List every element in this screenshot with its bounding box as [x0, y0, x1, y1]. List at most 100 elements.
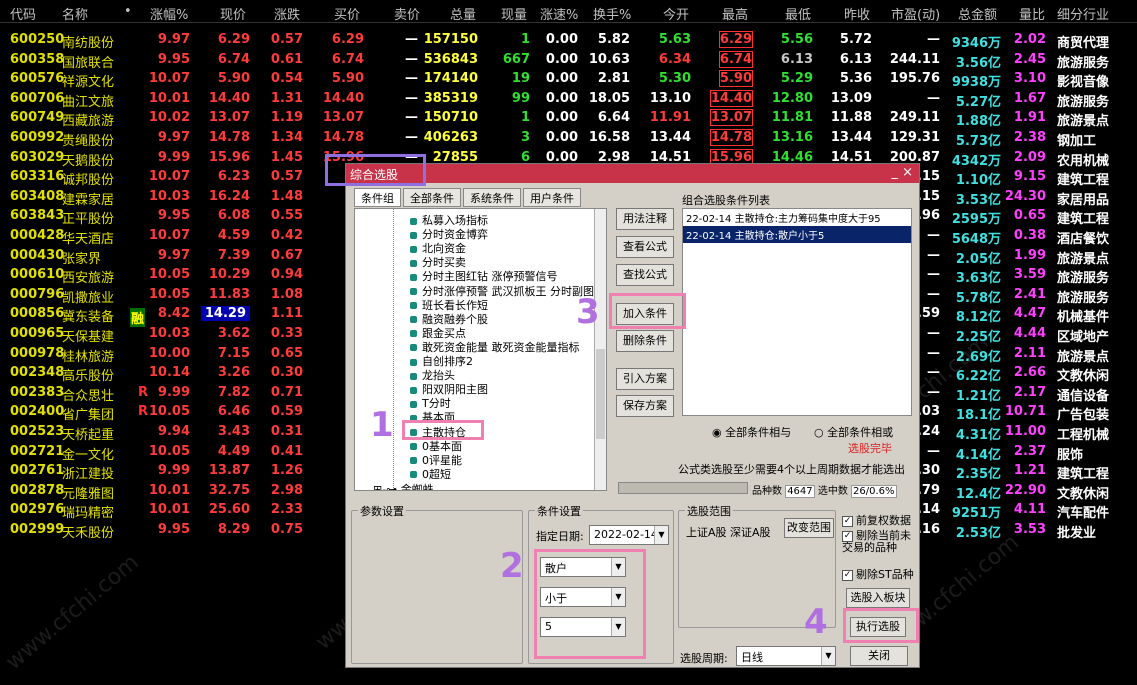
tree-item[interactable]: 自创排序2 — [410, 353, 473, 368]
tree-item[interactable]: T分时 — [410, 395, 451, 410]
change-range-button[interactable]: 改变范围 — [784, 518, 834, 538]
period-select[interactable]: 日线 ▼ — [736, 646, 836, 666]
checkbox-exclude-st[interactable]: ✓ 剔除ST品种 — [842, 566, 914, 582]
cell-low: 6.13 — [780, 51, 813, 67]
tab-user-conditions[interactable]: 用户条件 — [523, 188, 581, 207]
industry: 建筑工程 — [1057, 173, 1110, 189]
condition-list-item[interactable]: 22-02-14 主散持仓:主力筹码集中度大于95 — [683, 209, 911, 226]
indicator-icon — [410, 273, 417, 281]
column-header[interactable]: 换手% — [593, 4, 631, 23]
stock-name: 国旅联合 — [62, 55, 115, 71]
tab-all-conditions[interactable]: 全部条件 — [403, 188, 461, 207]
cell-price: 16.24 — [208, 188, 250, 204]
table-row[interactable]: 600576 祥源文化 10.07 5.90 0.54 5.90 — 174140 19 0.00… — [0, 70, 1137, 90]
cell-chg: 9.99 — [157, 149, 190, 165]
column-header[interactable]: 最高 — [722, 4, 748, 23]
column-header[interactable]: 市盈(动) — [891, 4, 940, 23]
condition-list-item-selected[interactable]: 22-02-14 主散持仓:散户小于5 — [683, 226, 911, 243]
condition-list[interactable]: 22-02-14 主散持仓:主力筹码集中度大于95 22-02-14 主散持仓:… — [682, 208, 912, 416]
cell-ratio: 2.11 — [1013, 345, 1046, 361]
condition-tree[interactable]: 私募入场指标 分时资金博弈 北向资金 分时买卖 分时主图红钻 涨停预警信号 分时涨停预警 … — [354, 208, 607, 491]
table-row[interactable]: 600749 西藏旅游 10.02 13.07 1.19 13.07 — 150710 1 0.0… — [0, 109, 1137, 129]
column-header[interactable]: 现价 — [220, 4, 246, 23]
column-header[interactable]: 最低 — [785, 4, 811, 23]
stock-code: 603316 — [10, 169, 65, 185]
find-formula-button[interactable]: 查找公式 — [616, 264, 674, 286]
risk-flag: R — [138, 384, 149, 400]
cell-turn: 18.05 — [588, 90, 630, 106]
table-row[interactable]: 600992 贵绳股份 9.97 14.78 1.34 14.78 — 406263 3 0.00… — [0, 129, 1137, 149]
column-header[interactable]: 量比 — [1019, 4, 1045, 23]
checkbox-exclude-untraded[interactable]: ✓ 剔除当前未交易的品种 — [842, 530, 914, 554]
column-header[interactable]: 今开 — [663, 4, 689, 23]
column-header[interactable]: 总金额 — [958, 4, 997, 23]
stock-code: 600250 — [10, 32, 65, 47]
column-header[interactable]: 细分行业 — [1057, 4, 1109, 23]
tree-item[interactable]: 敢死资金能量 敢死资金能量指标 — [410, 339, 580, 354]
cell-diff: 0.94 — [270, 267, 303, 283]
column-header[interactable]: • — [124, 4, 132, 19]
column-header[interactable]: 代码 — [10, 4, 36, 23]
cell-ratio: 1.91 — [1013, 110, 1046, 126]
tree-item[interactable]: 分时主图红钻 涨停预警信号 — [410, 268, 558, 283]
radio-or[interactable]: ○ 全部条件相或 — [814, 424, 893, 440]
delete-condition-button[interactable]: 删除条件 — [616, 330, 674, 352]
expand-icon[interactable]: ⊞-⊶ — [373, 483, 401, 490]
list-title: 组合选股条件列表 — [682, 194, 770, 207]
cell-amt: 5.27亿 — [955, 94, 1001, 110]
checkbox-forward-adjust[interactable]: ✓ 前复权数据 — [842, 512, 911, 528]
indicator-icon — [410, 457, 417, 465]
cell-ask: — — [405, 51, 418, 67]
column-header[interactable]: 涨速% — [540, 4, 578, 23]
tree-item[interactable]: 0超短 — [410, 466, 451, 481]
table-row[interactable]: 600250 南纺股份 9.97 6.29 0.57 6.29 — 157150 1 0.00 5.… — [0, 31, 1137, 51]
window-controls[interactable]: _ × — [891, 165, 913, 180]
stock-code: 600749 — [10, 110, 65, 126]
close-button[interactable]: 关闭 — [850, 646, 908, 666]
tree-item[interactable]: 0评星能 — [410, 452, 462, 467]
import-plan-button[interactable]: 引入方案 — [616, 368, 674, 390]
column-header[interactable]: 名称 — [62, 4, 88, 23]
tree-item[interactable]: 分时买卖 — [410, 254, 466, 269]
tree-scrollbar[interactable] — [594, 209, 606, 490]
radio-and[interactable]: ◉ 全部条件相与 — [712, 424, 791, 440]
column-header[interactable]: 买价 — [334, 4, 360, 23]
cell-pe: — — [927, 228, 940, 243]
tree-item[interactable]: 班长看长作短 — [410, 297, 488, 312]
column-header[interactable]: 涨跌 — [274, 4, 300, 23]
cell-spd: 0.00 — [545, 90, 578, 106]
usage-button[interactable]: 用法注释 — [616, 208, 674, 230]
tree-group[interactable]: ⊞-⊶ 金蜘蛛 — [373, 481, 434, 490]
save-plan-button[interactable]: 保存方案 — [616, 395, 674, 417]
view-formula-button[interactable]: 查看公式 — [616, 236, 674, 258]
cell-chg: 10.05 — [148, 404, 190, 420]
stock-name: 金一文化 — [62, 447, 115, 463]
column-header[interactable]: 现量 — [501, 4, 527, 23]
column-header[interactable]: 卖价 — [394, 4, 420, 23]
table-row[interactable]: 600358 国旅联合 9.95 6.74 0.61 6.74 — 536843 667 0.00… — [0, 50, 1137, 71]
tree-item[interactable]: 分时涨停预警 武汉抓板王 分时副图 — [410, 283, 594, 298]
column-header[interactable]: 总量 — [450, 4, 476, 23]
date-picker[interactable]: 2022-02-14 ▼ — [589, 525, 669, 545]
dialog-titlebar[interactable]: 综合选股 _ × — [346, 164, 919, 183]
tab-system-conditions[interactable]: 系统条件 — [463, 188, 521, 207]
tree-item[interactable]: 私募入场指标 — [410, 212, 488, 227]
tree-item[interactable]: 跟金买点 — [410, 325, 466, 340]
tree-item[interactable]: 融资融券个股 — [410, 311, 488, 326]
tree-item[interactable]: 北向资金 — [410, 240, 466, 255]
column-header[interactable]: 昨收 — [844, 4, 870, 23]
cell-pe: — — [927, 345, 940, 361]
cell-ratio: 2.09 — [1013, 149, 1046, 165]
tree-item-label: 融资融券个股 — [422, 312, 488, 326]
cell-chg: 10.03 — [148, 326, 190, 341]
tree-item[interactable]: 阳双阴阳主图 — [410, 381, 488, 396]
cell-cur: 3 — [520, 130, 530, 145]
column-header[interactable]: 涨幅% — [150, 4, 188, 23]
tree-item[interactable]: 分时资金博弈 — [410, 226, 488, 241]
to-block-button[interactable]: 选股入板块 — [846, 588, 910, 608]
table-row[interactable]: 600706 曲江文旅 10.01 14.40 1.31 14.40 — 385319 99 0.… — [0, 89, 1137, 110]
cell-open: 6.34 — [658, 51, 691, 67]
stock-code: 002523 — [10, 424, 65, 439]
tree-item[interactable]: 龙抬头 — [410, 367, 455, 382]
tab-condition-group[interactable]: 条件组 — [354, 188, 401, 207]
